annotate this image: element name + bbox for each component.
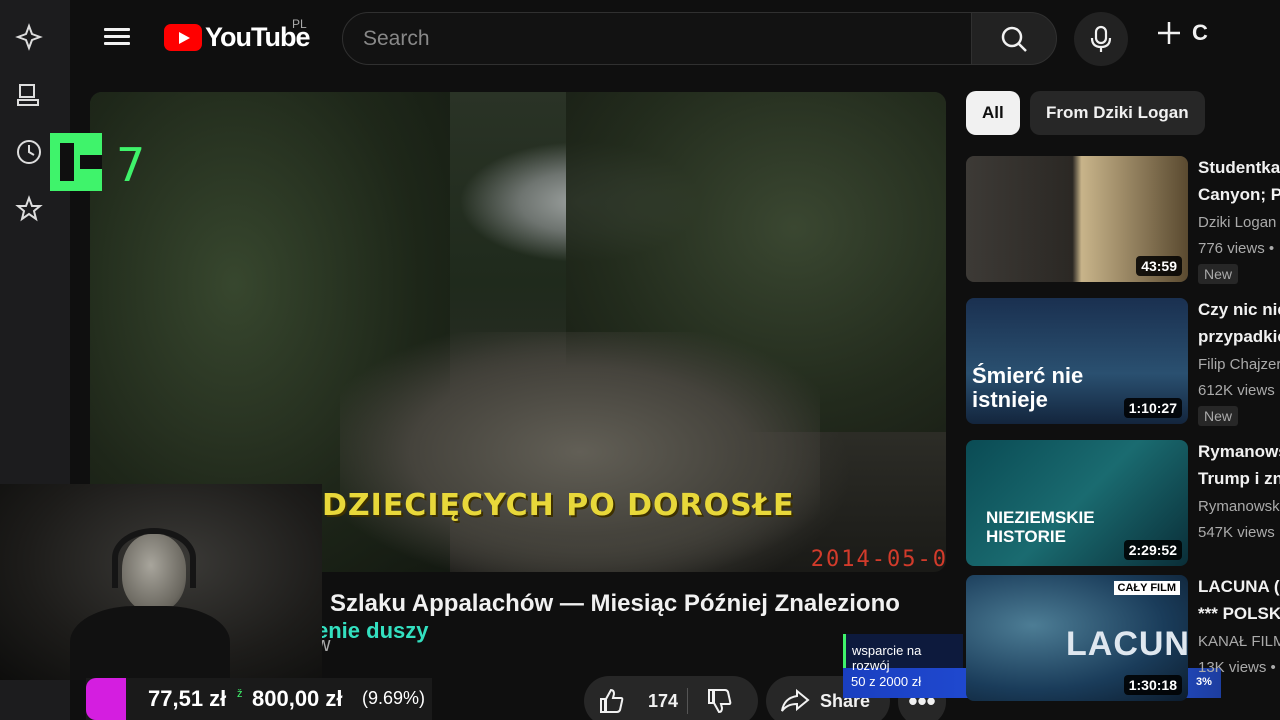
- rec-title-line1[interactable]: LACUNA (: [1198, 577, 1280, 597]
- rec-views: 13K views •: [1198, 659, 1276, 676]
- thumbs-up-icon: [600, 688, 624, 713]
- chip-from-channel[interactable]: From Dziki Logan: [1030, 91, 1205, 135]
- thumbnail-text: NIEZIEMSKIE HISTORIE: [986, 508, 1095, 546]
- recommendation-item[interactable]: CAŁY FILM LACUNA 1:30:18 LACUNA ( *** PO…: [966, 575, 1280, 703]
- video-date-stamp: 2014-05-0: [810, 547, 946, 572]
- search-icon: [1001, 26, 1027, 52]
- rec-channel[interactable]: KANAŁ FILM: [1198, 633, 1280, 650]
- thumbnail-text: Śmierć nie istnieje: [972, 363, 1084, 412]
- youtube-logo[interactable]: YouTube: [164, 22, 310, 53]
- overlay-text: enie duszy: [316, 618, 429, 643]
- kick-logo: [50, 133, 102, 191]
- rec-channel[interactable]: Dziki Logan: [1198, 214, 1276, 231]
- webcam-feed: [0, 484, 322, 680]
- new-badge: New: [1198, 406, 1239, 426]
- search-input[interactable]: [343, 13, 971, 64]
- duration-badge: 1:30:18: [1123, 675, 1182, 695]
- play-logo-icon: [164, 24, 202, 51]
- donation-percent: (9.69%): [362, 688, 426, 708]
- thumbnail-text: LACUNA: [1066, 625, 1188, 663]
- duration-badge: 43:59: [1136, 256, 1182, 276]
- streamer-head: [122, 534, 186, 612]
- search-button[interactable]: [971, 12, 1057, 65]
- rec-views: 612K views: [1198, 382, 1275, 399]
- star-icon[interactable]: [14, 194, 44, 224]
- rec-title-line1[interactable]: Studentka: [1198, 158, 1280, 178]
- dislike-button[interactable]: [706, 687, 734, 720]
- recommendation-item[interactable]: 43:59 Studentka Canyon; P Dziki Logan 77…: [966, 156, 1280, 284]
- rec-channel[interactable]: Filip Chajzer: [1198, 356, 1280, 373]
- donation-bar: 77,51 zł ž 800,00 zł (9.69%): [86, 678, 432, 720]
- clock-icon[interactable]: [14, 137, 44, 167]
- support-label: wsparcie na rozwój: [843, 634, 963, 673]
- video-caption: DZIECIĘCYCH PO DOROSŁE: [322, 488, 795, 523]
- like-count: 174: [648, 690, 679, 711]
- donation-accent: [86, 678, 126, 720]
- video-thumbnail[interactable]: CAŁY FILM LACUNA 1:30:18: [966, 575, 1188, 701]
- chip-all[interactable]: All: [966, 91, 1020, 135]
- new-badge: New: [1198, 264, 1239, 284]
- rec-channel[interactable]: Rymanowsk: [1198, 498, 1280, 515]
- video-frame-creek: [340, 332, 820, 572]
- voice-search-button[interactable]: [1074, 12, 1128, 66]
- rec-views: 547K views: [1198, 524, 1275, 541]
- plus-icon: [1158, 22, 1180, 44]
- recommendation-item[interactable]: Śmierć nie istnieje 1:10:27 Czy nic nie …: [966, 298, 1280, 426]
- microphone-icon: [1090, 25, 1112, 52]
- hamburger-menu-icon[interactable]: [102, 24, 132, 54]
- rec-title-line1[interactable]: Rymanows: [1198, 442, 1280, 462]
- donation-amount: 77,51 zł: [148, 686, 227, 711]
- k-counter: 7: [116, 138, 146, 192]
- rec-title-line2[interactable]: Canyon; P: [1198, 185, 1280, 205]
- rec-title-line2[interactable]: Trump i zn: [1198, 469, 1280, 489]
- streamer-body: [70, 606, 230, 680]
- create-button[interactable]: C: [1156, 20, 1208, 46]
- rec-title-line2[interactable]: przypadkie: [1198, 327, 1280, 347]
- video-thumbnail[interactable]: 43:59: [966, 156, 1188, 282]
- video-title: Szlaku Appalachów — Miesiąc Później Znal…: [330, 590, 900, 617]
- computer-icon[interactable]: [14, 80, 44, 110]
- donation-goal: 800,00 zł: [252, 686, 343, 711]
- divider: [687, 688, 688, 714]
- region-code: PL: [292, 17, 307, 31]
- thumbnail-badge: CAŁY FILM: [1113, 581, 1180, 595]
- like-button[interactable]: 174: [598, 687, 678, 715]
- search-box: [342, 12, 972, 65]
- rec-views: 776 views •: [1198, 240, 1275, 257]
- video-thumbnail[interactable]: NIEZIEMSKIE HISTORIE 2:29:52: [966, 440, 1188, 566]
- duration-badge: 1:10:27: [1123, 398, 1182, 418]
- rec-title-line1[interactable]: Czy nic nie: [1198, 300, 1280, 320]
- screen: YouTube PL C DZIECIĘCYCH PO DOROSŁE 2014…: [0, 0, 1280, 720]
- sparkle-icon[interactable]: [14, 22, 44, 52]
- support-count: 50 z 2000 zł: [851, 674, 922, 689]
- currency-icon: ž: [237, 688, 243, 700]
- share-icon: [781, 688, 810, 712]
- thumbs-down-icon: [708, 689, 732, 714]
- duration-badge: 2:29:52: [1123, 540, 1182, 560]
- create-label: C: [1192, 20, 1208, 45]
- rec-title-line2[interactable]: *** POLSK: [1198, 604, 1280, 624]
- recommendation-item[interactable]: NIEZIEMSKIE HISTORIE 2:29:52 Rymanows Tr…: [966, 440, 1280, 568]
- video-thumbnail[interactable]: Śmierć nie istnieje 1:10:27: [966, 298, 1188, 424]
- like-dislike-group: 174: [584, 676, 758, 720]
